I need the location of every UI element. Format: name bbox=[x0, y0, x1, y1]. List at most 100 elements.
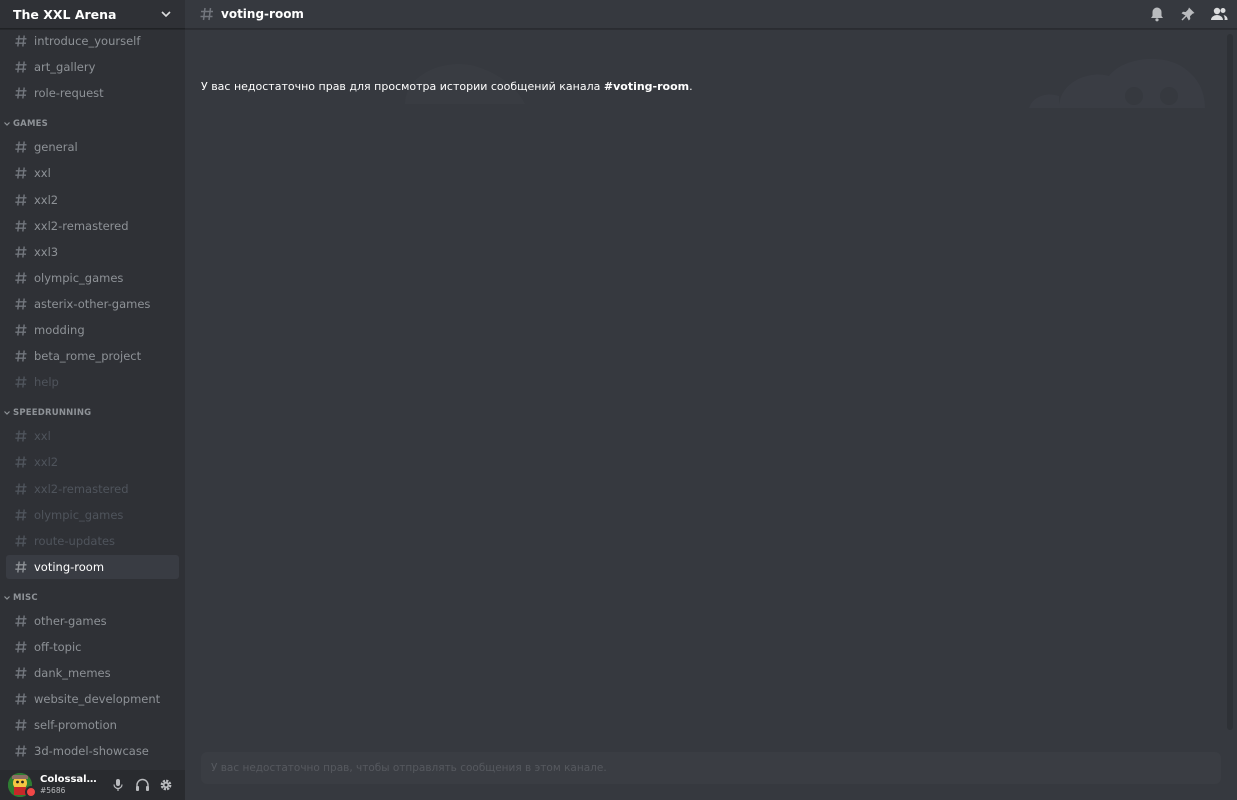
hash-icon bbox=[14, 323, 28, 337]
channel-label: 3d-model-showcase bbox=[34, 744, 149, 759]
channel-item[interactable]: xxl bbox=[6, 161, 179, 185]
channel-item[interactable]: xxl bbox=[6, 424, 179, 448]
members-icon[interactable] bbox=[1209, 4, 1229, 24]
channel-item[interactable]: xxl2-remastered bbox=[6, 214, 179, 238]
channel-item[interactable]: dank_memes bbox=[6, 661, 179, 685]
user-controls bbox=[106, 773, 178, 797]
channel-label: xxl bbox=[34, 166, 51, 181]
hash-icon bbox=[14, 560, 28, 574]
channel-item[interactable]: general bbox=[6, 135, 179, 159]
header-toolbar bbox=[1136, 0, 1229, 28]
message-composer bbox=[201, 752, 1221, 784]
gear-icon[interactable] bbox=[154, 773, 178, 797]
hash-icon bbox=[14, 271, 28, 285]
channel-label: xxl bbox=[34, 429, 51, 444]
channel-label: xxl2 bbox=[34, 192, 59, 207]
no-access-message: У вас недостаточно прав для просмотра ис… bbox=[201, 80, 693, 93]
channel-item[interactable]: role-request bbox=[6, 81, 179, 105]
server-header[interactable]: The XXL Arena bbox=[0, 0, 185, 29]
channel-label: modding bbox=[34, 323, 85, 337]
hash-icon bbox=[14, 86, 28, 100]
chevron-down-icon bbox=[3, 120, 11, 128]
channel-item[interactable]: off-topic bbox=[6, 635, 179, 659]
discord-app: The XXL Arena introduce_yourself art_gall… bbox=[0, 0, 1237, 800]
channel-label: general bbox=[34, 140, 78, 155]
channel-item[interactable]: xxl2 bbox=[6, 450, 179, 474]
hash-icon bbox=[14, 666, 28, 680]
category-header[interactable]: MISC bbox=[3, 591, 38, 605]
channel-item[interactable]: beta_rome_project bbox=[6, 344, 179, 368]
pin-icon[interactable] bbox=[1178, 4, 1198, 24]
channel-item[interactable]: introduce_yourself bbox=[6, 29, 179, 53]
status-badge bbox=[25, 786, 37, 798]
hash-icon bbox=[14, 349, 28, 363]
channel-item[interactable]: modding bbox=[6, 318, 179, 342]
wumpus-watermark-left bbox=[395, 48, 535, 108]
channel-item[interactable]: 3d-model-showcase bbox=[6, 739, 179, 763]
hash-icon bbox=[14, 429, 28, 443]
channel-item[interactable]: xxl2 bbox=[6, 188, 179, 212]
channel-item[interactable]: route-updates bbox=[6, 529, 179, 553]
message-input[interactable] bbox=[209, 761, 1221, 775]
channel-label: role-request bbox=[34, 86, 104, 101]
channel-label: off-topic bbox=[34, 640, 82, 654]
channel-item[interactable]: olympic_games bbox=[6, 266, 179, 290]
channel-label: xxl2-remastered bbox=[34, 481, 129, 496]
no-access-suffix: . bbox=[689, 80, 693, 93]
user-discriminator: #5686 bbox=[40, 786, 66, 795]
microphone-icon[interactable] bbox=[106, 773, 130, 797]
headphones-icon[interactable] bbox=[130, 773, 154, 797]
channel-label: olympic_games bbox=[34, 507, 124, 522]
channel-label: xxl2-remastered bbox=[34, 218, 129, 233]
hash-icon bbox=[14, 166, 28, 180]
channel-item[interactable]: website_development bbox=[6, 687, 179, 711]
channel-label: introduce_yourself bbox=[34, 34, 141, 48]
channel-item[interactable]: art_gallery bbox=[6, 55, 179, 79]
hash-icon bbox=[14, 744, 28, 758]
hash-icon bbox=[14, 219, 28, 233]
channel-item[interactable]: olympic_games bbox=[6, 503, 179, 527]
channel-label: other-games bbox=[34, 613, 107, 628]
hash-icon bbox=[14, 508, 28, 522]
channel-label: route-updates bbox=[34, 533, 116, 548]
channel-item[interactable]: xxl2-remastered bbox=[6, 477, 179, 501]
category-label: MISC bbox=[13, 592, 38, 603]
hash-icon bbox=[14, 140, 28, 154]
category-label: GAMES bbox=[13, 119, 48, 130]
channel-list[interactable]: introduce_yourself art_gallery role-reques… bbox=[0, 29, 185, 800]
channel-label: dank_memes bbox=[34, 666, 111, 681]
hash-icon bbox=[14, 534, 28, 548]
user-panel: ColossalSti... #5686 bbox=[0, 770, 185, 800]
channel-item[interactable]: self-promotion bbox=[6, 713, 179, 737]
scrollbar[interactable] bbox=[1227, 34, 1233, 730]
channel-mention[interactable]: #voting-room bbox=[604, 80, 689, 93]
channel-label: asterix-other-games bbox=[34, 296, 151, 311]
channel-label: beta_rome_project bbox=[34, 349, 142, 364]
channel-item[interactable]: asterix-other-games bbox=[6, 292, 179, 316]
hash-icon bbox=[14, 60, 28, 74]
hash-icon bbox=[14, 718, 28, 732]
category-label: SPEEDRUNNING bbox=[13, 408, 92, 419]
channel-sidebar: The XXL Arena introduce_yourself art_gall… bbox=[0, 0, 185, 800]
hash-icon bbox=[14, 193, 28, 207]
hash-icon bbox=[14, 482, 28, 496]
channel-item[interactable]: help bbox=[6, 370, 179, 394]
category-header[interactable]: GAMES bbox=[3, 117, 48, 131]
channel-item[interactable]: other-games bbox=[6, 609, 179, 633]
hash-icon bbox=[14, 245, 28, 259]
channel-item[interactable]: xxl3 bbox=[6, 240, 179, 264]
channel-item[interactable]: voting-room bbox=[6, 554, 179, 579]
chevron-down-icon bbox=[3, 409, 11, 417]
wumpus-watermark bbox=[1029, 52, 1209, 112]
hash-icon bbox=[14, 692, 28, 706]
hash-icon bbox=[14, 455, 28, 469]
hash-icon bbox=[14, 375, 28, 389]
hash-icon bbox=[14, 640, 28, 654]
channel-label: help bbox=[34, 375, 59, 390]
hash-icon bbox=[14, 34, 28, 48]
chevron-down-icon[interactable] bbox=[159, 7, 173, 21]
channel-label: xxl3 bbox=[34, 244, 59, 259]
channel-label: olympic_games bbox=[34, 270, 124, 285]
category-header[interactable]: SPEEDRUNNING bbox=[3, 406, 91, 420]
bell-icon[interactable] bbox=[1147, 4, 1167, 24]
